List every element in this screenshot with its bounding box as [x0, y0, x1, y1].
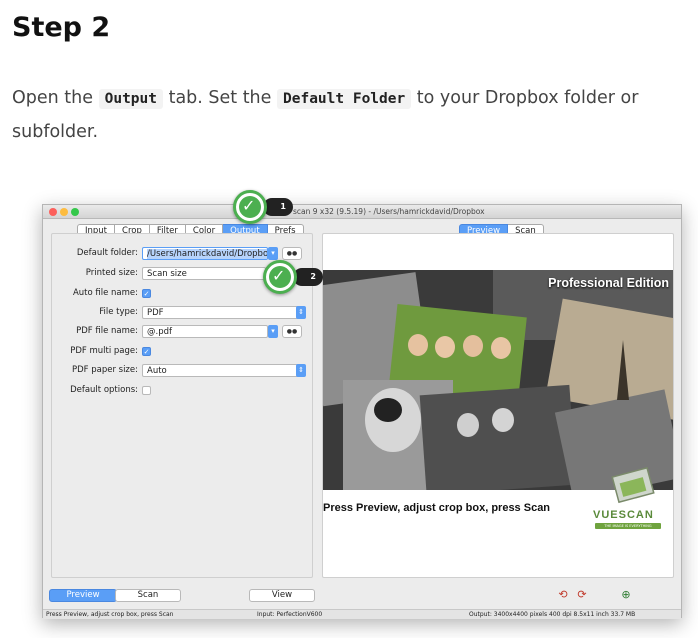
vuescan-tagline: THE IMAGE IS EVERYTHING: [595, 523, 661, 529]
preview-instruction-text: Press Preview, adjust crop box, press Sc…: [323, 502, 551, 514]
pdf-multi-page-checkbox[interactable]: ✓: [142, 347, 151, 356]
printed-size-select[interactable]: Scan size: [142, 267, 266, 280]
pdf-file-name-dropdown[interactable]: ▾: [268, 325, 278, 338]
status-bar: Press Preview, adjust crop box, press Sc…: [43, 609, 681, 619]
default-options-checkbox[interactable]: ✓: [142, 386, 151, 395]
default-options-label: Default options:: [70, 385, 138, 395]
default-folder-value: /Users/hamrickdavid/Dropbox: [147, 249, 267, 259]
preview-collage-image: Professional Edition: [323, 270, 673, 490]
pdf-paper-size-select[interactable]: Auto: [142, 364, 304, 377]
pdf-paper-size-row: PDF paper size: Auto ⇕: [52, 364, 312, 378]
text-open: Open the: [12, 88, 94, 108]
pdf-paper-size-label: PDF paper size:: [71, 365, 138, 375]
pdf-file-name-browse-button[interactable]: ●●: [282, 325, 302, 338]
default-folder-row: Default folder: /Users/hamrickdavid/Drop…: [52, 247, 312, 261]
scan-button[interactable]: Scan: [115, 589, 181, 602]
vuescan-logo-text: VUESCAN: [593, 509, 654, 521]
pdf-multi-page-label: PDF multi page:: [70, 346, 138, 356]
window-title: scan 9 x32 (9.5.19) - /Users/hamrickdavi…: [293, 207, 485, 216]
pdf-file-name-label: PDF file name:: [76, 326, 138, 336]
callout-number-2: 2: [293, 268, 323, 286]
auto-file-name-label: Auto file name:: [72, 288, 138, 298]
close-window-button[interactable]: [49, 208, 57, 216]
auto-file-name-checkbox[interactable]: ✓: [142, 289, 151, 298]
preview-panel: Professional Edition Press Preview, adju…: [322, 233, 674, 578]
pdf-paper-size-dropdown-arrow[interactable]: ⇕: [296, 364, 306, 377]
code-output-tab: Output: [98, 89, 163, 109]
zoom-in-icon[interactable]: ⊕: [619, 588, 633, 602]
text-mid: tab. Set the: [168, 88, 272, 108]
status-message: Press Preview, adjust crop box, press Sc…: [46, 611, 174, 618]
photo-collage-graphic: [323, 270, 673, 490]
checkmark-icon: ✓: [242, 196, 256, 215]
step-heading: Step 2: [12, 12, 111, 43]
default-folder-input[interactable]: /Users/hamrickdavid/Dropbox: [142, 247, 268, 260]
checkmark-icon: ✓: [272, 266, 286, 285]
professional-edition-label: Professional Edition: [548, 276, 669, 290]
code-default-folder: Default Folder: [277, 89, 412, 109]
rotate-left-icon[interactable]: ⟲: [556, 588, 570, 602]
file-type-dropdown-arrow[interactable]: ⇕: [296, 306, 306, 319]
file-type-row: File type: PDF ⇕: [52, 306, 312, 320]
default-folder-browse-button[interactable]: ●●: [282, 247, 302, 260]
pdf-file-name-row: PDF file name: @.pdf ▾ ●●: [52, 325, 312, 339]
pdf-multi-page-row: PDF multi page: ✓: [52, 345, 312, 359]
view-button[interactable]: View: [249, 589, 315, 602]
default-options-row: Default options: ✓: [52, 384, 312, 398]
default-folder-dropdown[interactable]: ▾: [268, 247, 278, 260]
file-type-select[interactable]: PDF: [142, 306, 304, 319]
zoom-window-button[interactable]: [71, 208, 79, 216]
callout-step-1: 1 ✓: [233, 190, 301, 224]
vuescan-window: scan 9 x32 (9.5.19) - /Users/hamrickdavi…: [42, 204, 682, 619]
file-type-label: File type:: [99, 307, 138, 317]
pdf-file-name-input[interactable]: @.pdf: [142, 325, 268, 338]
printed-size-label: Printed size:: [85, 268, 138, 278]
status-input-device: Input: PerfectionV600: [257, 611, 323, 618]
minimize-window-button[interactable]: [60, 208, 68, 216]
step-instructions: Open the Output tab. Set the Default Fol…: [12, 82, 682, 149]
title-bar: scan 9 x32 (9.5.19) - /Users/hamrickdavi…: [43, 205, 681, 219]
callout-number-1: 1: [263, 198, 293, 216]
callout-step-2: 2 ✓: [263, 260, 331, 294]
rotate-right-icon[interactable]: ⟳: [575, 588, 589, 602]
status-output-info: Output: 3400x4400 pixels 400 dpi 8.5x11 …: [469, 611, 636, 618]
preview-button[interactable]: Preview: [49, 589, 117, 602]
default-folder-label: Default folder:: [76, 248, 138, 258]
